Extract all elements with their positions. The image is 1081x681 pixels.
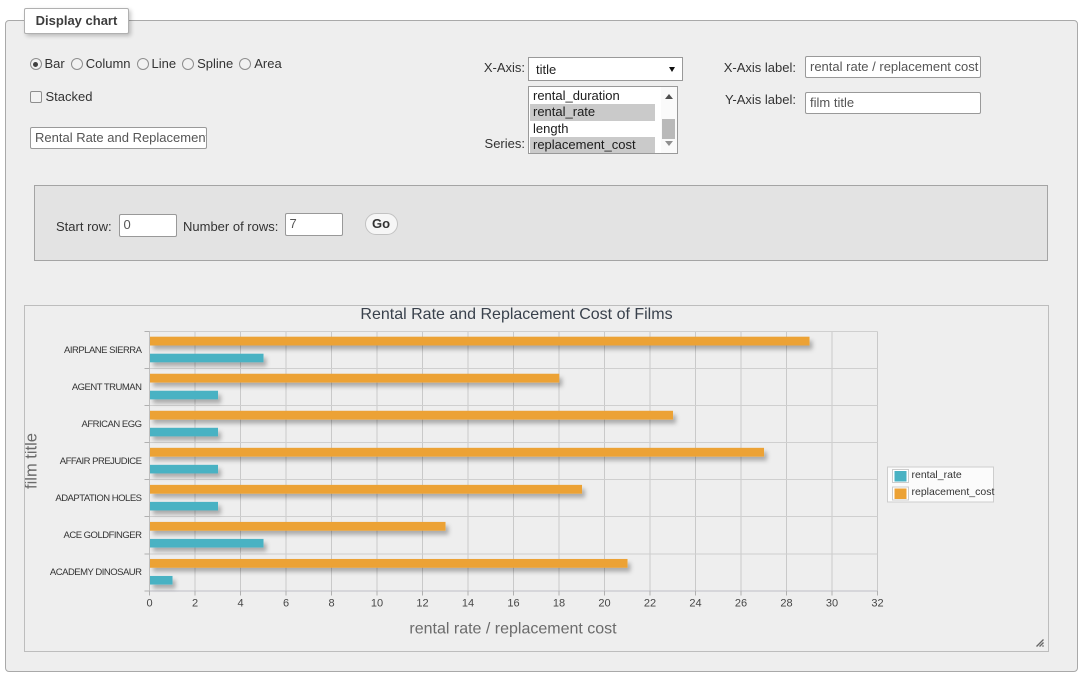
svg-text:30: 30: [826, 598, 838, 610]
svg-text:20: 20: [598, 598, 610, 610]
svg-text:10: 10: [371, 598, 383, 610]
svg-text:AFRICAN EGG: AFRICAN EGG: [82, 419, 142, 430]
svg-text:0: 0: [146, 598, 152, 610]
svg-text:film title: film title: [25, 433, 41, 489]
svg-text:24: 24: [689, 598, 701, 610]
svg-text:26: 26: [735, 598, 747, 610]
svg-text:ACADEMY DINOSAUR: ACADEMY DINOSAUR: [50, 567, 142, 578]
svg-text:32: 32: [871, 598, 883, 610]
svg-text:rental rate / replacement cost: rental rate / replacement cost: [409, 621, 617, 638]
svg-text:6: 6: [283, 598, 289, 610]
svg-text:4: 4: [237, 598, 243, 610]
svg-text:12: 12: [416, 598, 428, 610]
svg-text:rental_rate: rental_rate: [912, 469, 962, 481]
svg-text:replacement_cost: replacement_cost: [912, 486, 995, 498]
svg-text:AIRPLANE SIERRA: AIRPLANE SIERRA: [64, 345, 143, 356]
svg-text:16: 16: [507, 598, 519, 610]
svg-text:18: 18: [553, 598, 565, 610]
svg-text:8: 8: [328, 598, 334, 610]
svg-text:14: 14: [462, 598, 474, 610]
svg-text:2: 2: [192, 598, 198, 610]
svg-text:ACE GOLDFINGER: ACE GOLDFINGER: [64, 530, 143, 541]
svg-text:22: 22: [644, 598, 656, 610]
svg-text:28: 28: [780, 598, 792, 610]
svg-text:Rental Rate and Replacement Co: Rental Rate and Replacement Cost of Film…: [360, 306, 672, 323]
svg-text:AFFAIR PREJUDICE: AFFAIR PREJUDICE: [60, 456, 142, 467]
svg-text:ADAPTATION HOLES: ADAPTATION HOLES: [55, 493, 141, 504]
svg-text:AGENT TRUMAN: AGENT TRUMAN: [72, 382, 142, 393]
